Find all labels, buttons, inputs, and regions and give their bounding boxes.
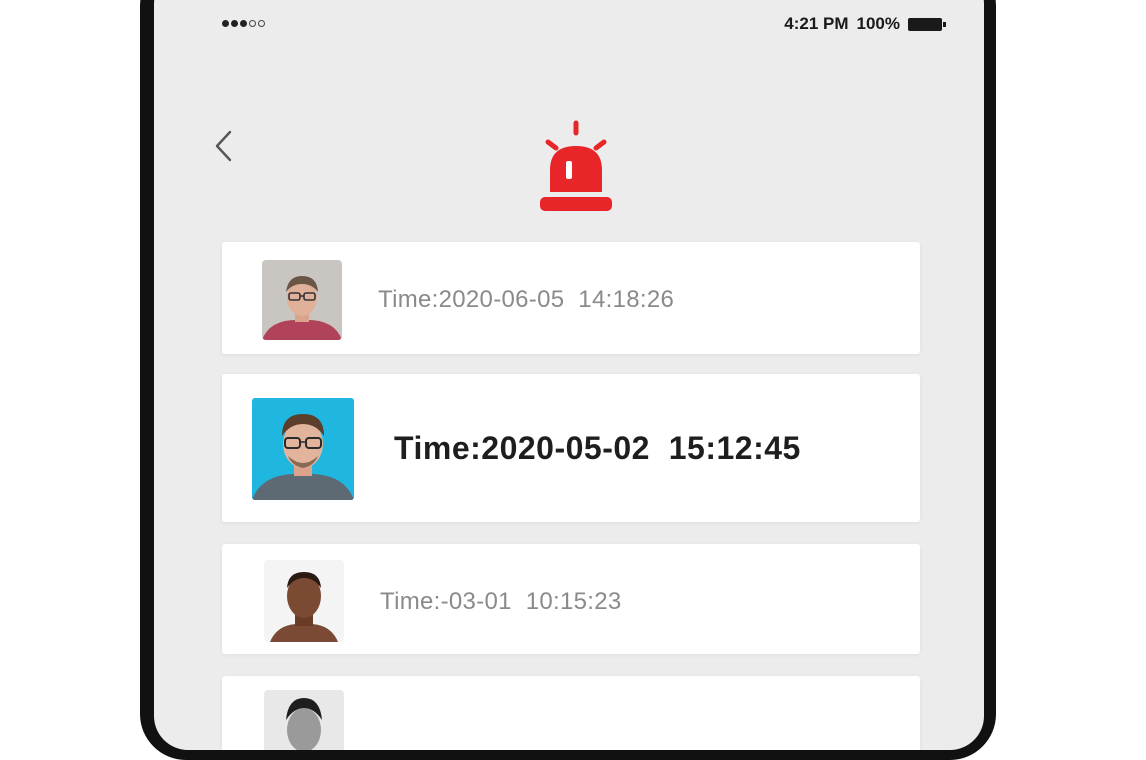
- status-time: 4:21 PM: [784, 14, 849, 33]
- person-avatar-glasses: [262, 260, 342, 340]
- person-avatar-glasses-blue-bg: [252, 398, 354, 500]
- signal-dot-empty: [249, 20, 256, 27]
- record-time: Time:2020-05-02 15:12:45: [394, 430, 801, 466]
- chevron-left-icon: [215, 130, 232, 162]
- record-card[interactable]: Time:-03-01 10:15:23: [222, 544, 920, 654]
- record-card[interactable]: Time:2020-06-05 14:18:26: [222, 242, 920, 354]
- signal-dot-empty: [258, 20, 265, 27]
- person-avatar: [264, 560, 344, 642]
- record-time: Time:2020-06-05 14:18:26: [378, 286, 675, 313]
- person-avatar: [264, 690, 344, 750]
- record-card-highlighted[interactable]: Time:2020-05-02 15:12:45: [222, 374, 920, 522]
- status-bar: 4:21 PM 100%: [154, 12, 984, 36]
- phone-screen: 4:21 PM 100% Time:2020-06-05 14:18:26 Ti…: [154, 0, 984, 750]
- signal-dot: [231, 20, 238, 27]
- battery-percent: 100%: [856, 14, 900, 33]
- battery-icon: [908, 17, 946, 31]
- signal-strength-icon: [222, 20, 265, 27]
- signal-dot: [240, 20, 247, 27]
- back-button[interactable]: [212, 126, 242, 170]
- record-card[interactable]: [222, 676, 920, 750]
- signal-dot: [222, 20, 229, 27]
- status-right: 4:21 PM 100%: [784, 14, 946, 34]
- record-time: Time:-03-01 10:15:23: [380, 588, 622, 615]
- siren-alarm-icon: [540, 120, 612, 211]
